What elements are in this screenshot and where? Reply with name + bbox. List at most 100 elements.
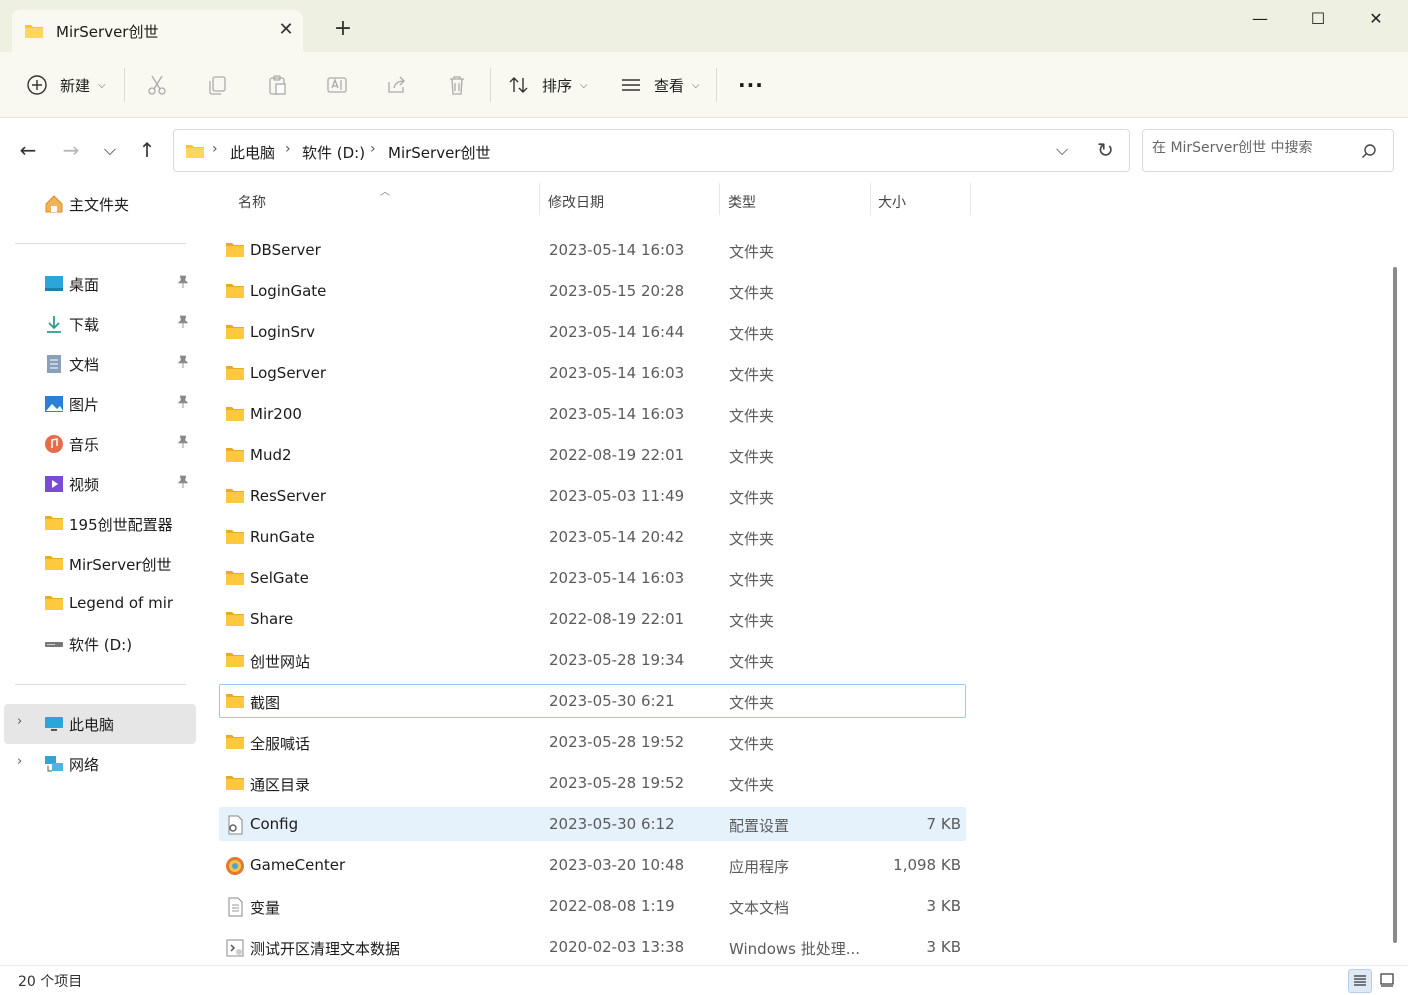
column-header-date[interactable]: 修改日期 <box>548 192 604 212</box>
scrollbar-thumb[interactable] <box>1393 267 1397 943</box>
file-row[interactable]: 截图 2023-05-30 6:21 文件夹 <box>219 684 966 718</box>
back-arrow-icon[interactable]: ← <box>14 139 42 163</box>
column-header-type[interactable]: 类型 <box>728 192 756 212</box>
sidebar-item-0[interactable]: 桌面 <box>4 264 196 304</box>
pin-icon[interactable] <box>177 395 191 411</box>
copy-icon[interactable] <box>206 74 228 96</box>
vertical-scrollbar[interactable] <box>1390 183 1404 965</box>
chevron-right-icon[interactable]: › <box>17 714 22 729</box>
paste-icon[interactable] <box>266 74 288 96</box>
sidebar-item-6[interactable]: 195创世配置器 <box>4 504 196 544</box>
chevron-right-icon[interactable]: › <box>17 754 22 769</box>
file-row[interactable]: 变量 2022-08-08 1:19 文本文档 3 KB <box>219 889 966 923</box>
pin-icon[interactable] <box>177 275 191 291</box>
folder-icon <box>44 554 64 574</box>
sidebar-item-network[interactable]: › 网络 <box>4 744 196 784</box>
file-row[interactable]: 测试开区清理文本数据 2020-02-03 13:38 Windows 批处理...… <box>219 930 966 964</box>
file-name: LogServer <box>250 364 326 382</box>
sidebar-item-8[interactable]: Legend of mir <box>4 584 196 624</box>
cut-icon[interactable] <box>146 74 168 96</box>
sidebar-label: 主文件夹 <box>69 196 130 214</box>
file-name: 截图 <box>250 694 281 712</box>
thumbnail-view-button[interactable] <box>1376 969 1400 993</box>
share-icon[interactable] <box>386 74 408 96</box>
file-row[interactable]: Mud2 2022-08-19 22:01 文件夹 <box>219 438 966 472</box>
rename-icon[interactable] <box>326 74 348 96</box>
column-divider[interactable] <box>870 183 871 215</box>
breadcrumb-drive-d[interactable]: 软件 (D:) <box>302 142 365 163</box>
details-view-button[interactable] <box>1348 969 1372 993</box>
breadcrumb-this-pc[interactable]: 此电脑 <box>230 142 275 163</box>
forward-arrow-icon[interactable]: → <box>57 139 85 163</box>
file-size: 1,098 KB <box>893 856 961 874</box>
more-options-icon[interactable]: ··· <box>738 70 764 100</box>
search-box[interactable] <box>1142 129 1394 172</box>
maximize-icon[interactable]: ☐ <box>1289 0 1347 38</box>
file-row[interactable]: ResServer 2023-05-03 11:49 文件夹 <box>219 479 966 513</box>
refresh-icon[interactable]: ↻ <box>1097 138 1114 162</box>
recent-locations-chevron-icon[interactable]: ⌵ <box>96 139 124 163</box>
pin-icon[interactable] <box>177 475 191 491</box>
file-date: 2023-05-14 16:03 <box>549 405 685 423</box>
column-header-name[interactable]: 名称 <box>238 192 266 212</box>
pin-icon[interactable] <box>177 355 191 371</box>
address-bar[interactable]: › 此电脑 › 软件 (D:) › MirServer创世 ⌵ ↻ <box>173 129 1130 172</box>
file-row[interactable]: LogServer 2023-05-14 16:03 文件夹 <box>219 356 966 390</box>
up-arrow-icon[interactable]: ↑ <box>133 139 161 163</box>
file-type: 文本文档 <box>729 899 790 917</box>
file-row[interactable]: Config 2023-05-30 6:12 配置设置 7 KB <box>219 807 966 841</box>
divider <box>15 243 186 244</box>
file-row[interactable]: LoginSrv 2023-05-14 16:44 文件夹 <box>219 315 966 349</box>
close-tab-icon[interactable]: ✕ <box>274 19 298 43</box>
file-size: 3 KB <box>926 938 961 956</box>
file-date: 2020-02-03 13:38 <box>549 938 685 956</box>
sort-button[interactable]: 排序 ⌵ <box>508 70 588 100</box>
sidebar-item-this-pc[interactable]: › 此电脑 <box>4 704 196 744</box>
delete-icon[interactable] <box>446 74 468 96</box>
new-button[interactable]: 新建 ⌵ <box>26 70 106 100</box>
folder-icon <box>225 610 245 628</box>
file-row[interactable]: 通区目录 2023-05-28 19:52 文件夹 <box>219 766 966 800</box>
sidebar-item-4[interactable]: 音乐 <box>4 424 196 464</box>
chevron-right-icon[interactable]: › <box>285 141 291 157</box>
pin-icon[interactable] <box>177 435 191 451</box>
sidebar-item-3[interactable]: 图片 <box>4 384 196 424</box>
file-name: 创世网站 <box>250 653 311 671</box>
sidebar-item-2[interactable]: 文档 <box>4 344 196 384</box>
file-row[interactable]: 创世网站 2023-05-28 19:34 文件夹 <box>219 643 966 677</box>
file-row[interactable]: Mir200 2023-05-14 16:03 文件夹 <box>219 397 966 431</box>
tab-mirserver[interactable]: MirServer创世 ✕ <box>12 10 303 52</box>
column-divider[interactable] <box>719 183 720 215</box>
view-button[interactable]: 查看 ⌵ <box>620 70 700 100</box>
file-row[interactable]: LoginGate 2023-05-15 20:28 文件夹 <box>219 274 966 308</box>
chevron-right-icon[interactable]: › <box>212 141 218 157</box>
plus-icon[interactable]: + <box>330 16 356 42</box>
sidebar-item-1[interactable]: 下载 <box>4 304 196 344</box>
sidebar-item-9[interactable]: 软件 (D:) <box>4 624 196 664</box>
file-name: 通区目录 <box>250 776 311 794</box>
file-row[interactable]: 全服喊话 2023-05-28 19:52 文件夹 <box>219 725 966 759</box>
search-icon[interactable] <box>1361 143 1377 159</box>
column-divider[interactable] <box>970 183 971 215</box>
pin-icon[interactable] <box>177 315 191 331</box>
add-circle-icon <box>27 75 47 95</box>
file-date: 2023-05-03 11:49 <box>549 487 685 505</box>
address-history-chevron-icon[interactable]: ⌵ <box>1056 140 1068 160</box>
breadcrumb-mirserver[interactable]: MirServer创世 <box>388 142 490 163</box>
column-divider[interactable] <box>539 183 540 215</box>
file-row[interactable]: RunGate 2023-05-14 20:42 文件夹 <box>219 520 966 554</box>
column-header-size[interactable]: 大小 <box>878 192 906 212</box>
sidebar-item-5[interactable]: 视频 <box>4 464 196 504</box>
chevron-right-icon[interactable]: › <box>370 141 376 157</box>
sidebar-item-home[interactable]: 主文件夹 <box>4 184 196 224</box>
minimize-icon[interactable]: — <box>1231 0 1289 38</box>
sidebar-item-7[interactable]: MirServer创世 <box>4 544 196 584</box>
file-row[interactable]: DBServer 2023-05-14 16:03 文件夹 <box>219 233 966 267</box>
file-row[interactable]: GameCenter 2023-03-20 10:48 应用程序 1,098 KB <box>219 848 966 882</box>
close-icon[interactable]: ✕ <box>1347 0 1405 38</box>
file-row[interactable]: SelGate 2023-05-14 16:03 文件夹 <box>219 561 966 595</box>
file-type: 文件夹 <box>729 243 775 261</box>
file-row[interactable]: Share 2022-08-19 22:01 文件夹 <box>219 602 966 636</box>
chevron-down-icon: ⌵ <box>580 79 588 91</box>
search-input[interactable] <box>1152 140 1352 156</box>
